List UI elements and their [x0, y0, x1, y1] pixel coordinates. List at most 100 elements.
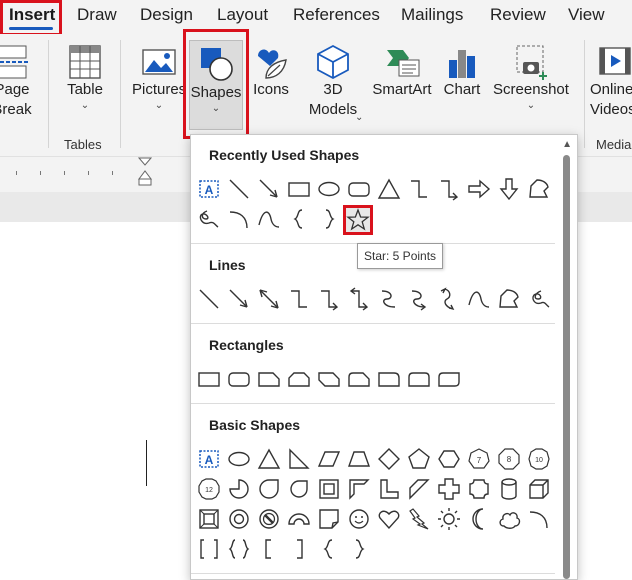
down-arrow-shape-icon[interactable] — [497, 177, 521, 201]
snip-single-corner-rectangle-icon[interactable] — [257, 367, 281, 391]
cloud-shape-icon[interactable] — [497, 507, 521, 531]
right-triangle-shape-icon[interactable] — [287, 447, 311, 471]
oval-shape-icon[interactable] — [227, 447, 251, 471]
page-break-button[interactable]: Page Break — [0, 44, 36, 120]
donut-shape-icon[interactable] — [227, 507, 251, 531]
rectangle-shape-icon[interactable] — [287, 177, 311, 201]
online-videos-button[interactable]: Online Videos — [590, 44, 632, 120]
scribble-shape-icon[interactable] — [197, 207, 221, 231]
no-symbol-shape-icon[interactable] — [257, 507, 281, 531]
text-box-shape-icon[interactable]: A — [197, 447, 221, 471]
chart-button[interactable]: Chart — [441, 44, 483, 100]
l-shape-icon[interactable] — [377, 477, 401, 501]
triangle-shape-icon[interactable] — [257, 447, 281, 471]
smiley-face-shape-icon[interactable] — [347, 507, 371, 531]
text-box-shape-icon[interactable]: A — [197, 177, 221, 201]
block-arc-shape-icon[interactable] — [287, 507, 311, 531]
elbow-connector-shape-icon[interactable] — [287, 287, 311, 311]
diamond-shape-icon[interactable] — [377, 447, 401, 471]
heart-shape-icon[interactable] — [377, 507, 401, 531]
shapes-button[interactable]: Shapes ⌄ — [189, 40, 243, 130]
double-brace-shape-icon[interactable] — [227, 537, 251, 561]
line-shape-icon[interactable] — [227, 177, 251, 201]
arc-shape-icon[interactable] — [527, 507, 551, 531]
can-shape-icon[interactable] — [497, 477, 521, 501]
scribble-shape-icon[interactable] — [527, 287, 551, 311]
tab-references[interactable]: References — [293, 0, 380, 32]
curved-double-arrow-connector-shape-icon[interactable] — [437, 287, 461, 311]
dodecagon-shape-icon[interactable]: 12 — [197, 477, 221, 501]
right-arrow-shape-icon[interactable] — [467, 177, 491, 201]
moon-shape-icon[interactable] — [467, 507, 491, 531]
pentagon-shape-icon[interactable] — [407, 447, 431, 471]
triangle-shape-icon[interactable] — [377, 177, 401, 201]
pictures-button[interactable]: Pictures ⌄ — [132, 44, 186, 112]
right-brace-shape-icon[interactable] — [317, 207, 341, 231]
arrow-shape-icon[interactable] — [227, 287, 251, 311]
snip-same-side-corner-rectangle-icon[interactable] — [287, 367, 311, 391]
scroll-thumb[interactable] — [563, 155, 570, 579]
tab-layout[interactable]: Layout — [217, 0, 268, 32]
elbow-connector-shape-icon[interactable] — [407, 177, 431, 201]
curve-shape-icon[interactable] — [467, 287, 491, 311]
tab-mailings[interactable]: Mailings — [401, 0, 463, 32]
teardrop-shape-icon[interactable] — [257, 477, 281, 501]
rounded-rectangle-shape-icon[interactable] — [347, 177, 371, 201]
snip-and-round-corner-rectangle-icon[interactable] — [347, 367, 371, 391]
line-shape-icon[interactable] — [197, 287, 221, 311]
freeform-shape-icon[interactable] — [527, 177, 551, 201]
curved-connector-shape-icon[interactable] — [377, 287, 401, 311]
screenshot-button[interactable]: Screenshot ⌄ — [492, 44, 570, 112]
arrow-shape-icon[interactable] — [257, 177, 281, 201]
round-single-corner-rectangle-icon[interactable] — [377, 367, 401, 391]
tab-draw[interactable]: Draw — [77, 0, 117, 32]
indent-marker-icon[interactable] — [138, 157, 152, 187]
dropdown-scrollbar[interactable]: ▲ — [557, 135, 577, 579]
decagon-shape-icon[interactable]: 10 — [527, 447, 551, 471]
curve-shape-icon[interactable] — [257, 207, 281, 231]
smartart-button[interactable]: SmartArt — [370, 44, 434, 100]
tab-design[interactable]: Design — [140, 0, 193, 32]
star-5-points-shape-icon[interactable] — [343, 205, 373, 235]
snip-diagonal-corner-rectangle-icon[interactable] — [317, 367, 341, 391]
folded-corner-shape-icon[interactable] — [317, 507, 341, 531]
frame-shape-icon[interactable] — [317, 477, 341, 501]
right-brace-shape-icon[interactable] — [347, 537, 371, 561]
curved-arrow-connector-shape-icon[interactable] — [407, 287, 431, 311]
diagonal-stripe-shape-icon[interactable] — [407, 477, 431, 501]
table-button[interactable]: Table ⌄ — [62, 44, 108, 112]
left-brace-shape-icon[interactable] — [317, 537, 341, 561]
cross-shape-icon[interactable] — [437, 477, 461, 501]
left-brace-shape-icon[interactable] — [287, 207, 311, 231]
3d-models-button[interactable]: 3D Models — [304, 44, 362, 120]
icons-button[interactable]: Icons — [249, 44, 293, 100]
elbow-arrow-connector-shape-icon[interactable] — [437, 177, 461, 201]
arc-shape-icon[interactable] — [227, 207, 251, 231]
right-bracket-shape-icon[interactable] — [287, 537, 311, 561]
elbow-double-arrow-connector-shape-icon[interactable] — [347, 287, 371, 311]
rounded-rectangle-shape-icon[interactable] — [227, 367, 251, 391]
octagon-shape-icon[interactable]: 8 — [497, 447, 521, 471]
sun-shape-icon[interactable] — [437, 507, 461, 531]
scroll-up-icon[interactable]: ▲ — [562, 139, 572, 150]
half-frame-shape-icon[interactable] — [347, 477, 371, 501]
chord-shape-icon[interactable] — [287, 477, 311, 501]
tab-review[interactable]: Review — [490, 0, 546, 32]
lightning-bolt-shape-icon[interactable] — [407, 507, 431, 531]
tab-view[interactable]: View — [568, 0, 605, 32]
hexagon-shape-icon[interactable] — [437, 447, 461, 471]
plaque-shape-icon[interactable] — [467, 477, 491, 501]
oval-shape-icon[interactable] — [317, 177, 341, 201]
partial-circle-shape-icon[interactable] — [227, 477, 251, 501]
elbow-arrow-connector-shape-icon[interactable] — [317, 287, 341, 311]
double-bracket-shape-icon[interactable] — [197, 537, 221, 561]
parallelogram-shape-icon[interactable] — [317, 447, 341, 471]
cube-shape-icon[interactable] — [527, 477, 551, 501]
round-diagonal-corner-rectangle-icon[interactable] — [437, 367, 461, 391]
double-arrow-shape-icon[interactable] — [257, 287, 281, 311]
freeform-shape-icon[interactable] — [497, 287, 521, 311]
rectangle-shape-icon[interactable] — [197, 367, 221, 391]
heptagon-shape-icon[interactable]: 7 — [467, 447, 491, 471]
round-same-side-corner-rectangle-icon[interactable] — [407, 367, 431, 391]
left-bracket-shape-icon[interactable] — [257, 537, 281, 561]
